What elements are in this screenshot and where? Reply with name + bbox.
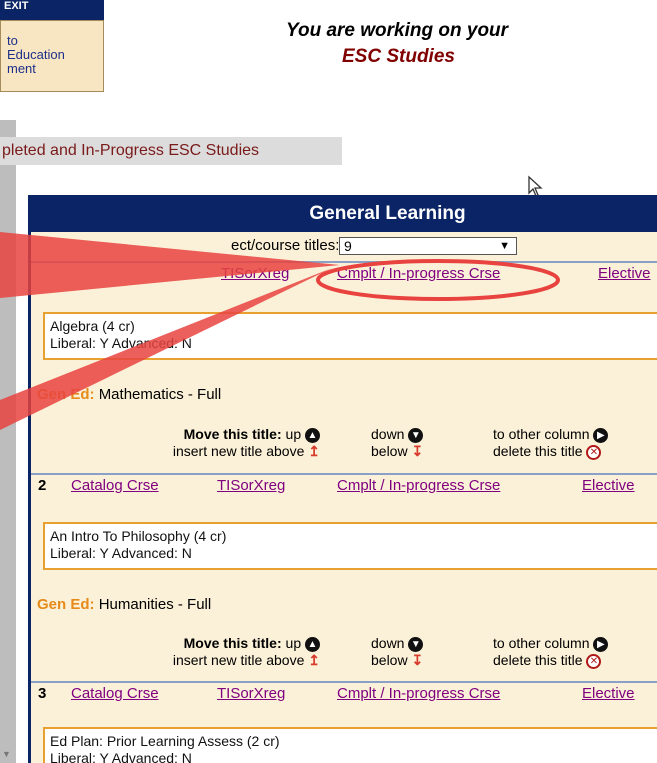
insert-above-icon[interactable]: ↥ [308, 443, 320, 459]
course-box[interactable]: An Intro To Philosophy (4 cr) Liberal: Y… [43, 522, 657, 570]
title-count-select[interactable]: 9 ▼ [339, 237, 517, 255]
delete-icon[interactable]: ✕ [586, 444, 602, 460]
gened-line: Gen Ed: Humanities - Full [37, 596, 211, 614]
course-title: An Intro To Philosophy (4 cr) [50, 528, 227, 544]
insert-below-label: below [371, 652, 408, 668]
delete-icon[interactable]: ✕ [586, 653, 602, 669]
elective-link[interactable]: Elective [582, 683, 635, 705]
arrow-up-icon[interactable]: ▲ [305, 636, 320, 652]
move-label: Move this title: [183, 426, 282, 442]
course-title: Algebra (4 cr) [50, 318, 135, 334]
move-controls: Move this title: up ▲ insert new title a… [31, 426, 657, 462]
elective-link[interactable]: Elective [582, 475, 635, 497]
exit-button[interactable]: EXIT [0, 0, 104, 20]
other-column-label: to other column [493, 635, 590, 651]
back-to-education-button[interactable]: to Education ment [0, 20, 104, 92]
panel-header: General Learning [31, 195, 657, 232]
page-heading-line2: ESC Studies [342, 46, 455, 67]
cmplt-in-progress-link[interactable]: Cmplt / In-progress Crse [337, 263, 500, 285]
arrow-down-icon[interactable]: ▼ [408, 427, 424, 443]
back-line: to [7, 33, 18, 48]
delete-title-label: delete this title [493, 443, 583, 459]
gened-value: Humanities - Full [98, 596, 212, 613]
gened-value: Mathematics - Full [98, 386, 222, 403]
course-attributes: Liberal: Y Advanced: N [50, 335, 192, 351]
page-heading-line1: You are working on your [286, 20, 509, 41]
title-count-label: ect/course titles: [231, 237, 340, 254]
arrow-right-icon[interactable]: ▶ [593, 427, 609, 443]
insert-above-label: insert new title above [172, 652, 305, 668]
gened-key: Gen Ed: [37, 386, 95, 403]
cmplt-in-progress-link[interactable]: Cmplt / In-progress Crse [337, 683, 500, 705]
row-number: 3 [38, 685, 47, 702]
tisorxreg-link[interactable]: TISorXreg [221, 263, 289, 285]
general-learning-panel: General Learning ect/course titles: 9 ▼ … [28, 195, 657, 763]
catalog-crse-link[interactable]: Catalog Crse [71, 683, 159, 705]
back-line: Education [7, 47, 65, 62]
insert-above-label: insert new title above [172, 443, 305, 459]
scroll-down-icon[interactable]: ▼ [2, 749, 11, 759]
course-attributes: Liberal: Y Advanced: N [50, 545, 192, 561]
insert-above-icon[interactable]: ↥ [308, 652, 320, 668]
gened-key: Gen Ed: [37, 596, 95, 613]
tisorxreg-link[interactable]: TISorXreg [217, 475, 285, 497]
move-down-label: down [371, 635, 405, 651]
elective-link[interactable]: Elective [598, 263, 651, 285]
course-box[interactable]: Algebra (4 cr) Liberal: Y Advanced: N [43, 312, 657, 360]
move-controls: Move this title: up ▲ insert new title a… [31, 635, 657, 671]
insert-below-icon[interactable]: ↧ [411, 443, 423, 459]
course-links-row: 3 Catalog Crse TISorXreg Cmplt / In-prog… [31, 681, 657, 705]
title-count-row: ect/course titles: 9 ▼ [31, 236, 657, 256]
catalog-crse-link[interactable]: Catalog Crse [71, 475, 159, 497]
course-links-row: TISorXreg Cmplt / In-progress Crse Elect… [31, 261, 657, 285]
move-down-label: down [371, 426, 405, 442]
delete-title-label: delete this title [493, 652, 583, 668]
course-links-row: 2 Catalog Crse TISorXreg Cmplt / In-prog… [31, 473, 657, 497]
arrow-right-icon[interactable]: ▶ [593, 636, 609, 652]
panel-title: General Learning [309, 203, 466, 224]
chevron-down-icon: ▼ [499, 240, 510, 252]
completed-studies-tab[interactable]: pleted and In-Progress ESC Studies [0, 137, 342, 165]
gened-line: Gen Ed: Mathematics - Full [37, 386, 221, 404]
course-box[interactable]: Ed Plan: Prior Learning Assess (2 cr) Li… [43, 727, 657, 763]
back-line: ment [7, 61, 36, 76]
course-title: Ed Plan: Prior Learning Assess (2 cr) [50, 733, 280, 749]
move-up-label: up [285, 635, 302, 651]
course-attributes: Liberal: Y Advanced: N [50, 750, 192, 763]
other-column-label: to other column [493, 426, 590, 442]
scrollbar-track[interactable]: ▼ [0, 120, 16, 763]
cmplt-in-progress-link[interactable]: Cmplt / In-progress Crse [337, 475, 500, 497]
title-count-value: 9 [344, 238, 352, 254]
arrow-up-icon[interactable]: ▲ [305, 427, 320, 443]
move-label: Move this title: [183, 635, 282, 651]
tisorxreg-link[interactable]: TISorXreg [217, 683, 285, 705]
move-up-label: up [285, 426, 302, 442]
arrow-down-icon[interactable]: ▼ [408, 636, 424, 652]
row-number: 2 [38, 477, 47, 494]
insert-below-icon[interactable]: ↧ [411, 652, 423, 668]
insert-below-label: below [371, 443, 408, 459]
